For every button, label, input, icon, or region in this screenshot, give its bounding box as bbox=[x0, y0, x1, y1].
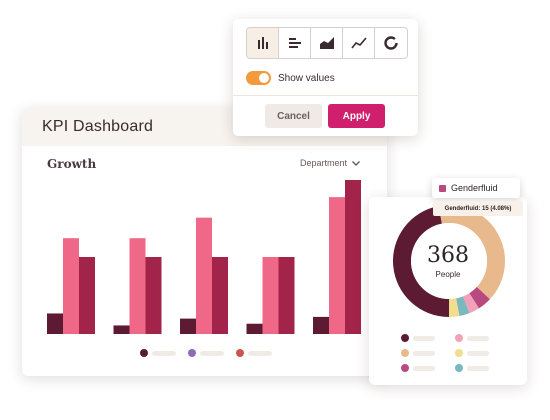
legend-item-purple bbox=[188, 349, 224, 357]
department-filter-label: Department bbox=[299, 158, 347, 168]
kpi-dashboard-card: KPI Dashboard Growth Department bbox=[22, 108, 387, 376]
bar-series-0-group-2 bbox=[180, 318, 196, 334]
bar-series-2-group-1 bbox=[145, 257, 162, 334]
cancel-button[interactable]: Cancel bbox=[265, 104, 322, 128]
bar-series-1-group-3 bbox=[262, 257, 279, 334]
area-chart-icon bbox=[319, 37, 334, 49]
donut-total: 368 bbox=[427, 243, 469, 268]
chart-type-popover: Show values Cancel Apply bbox=[233, 19, 418, 136]
bar-series-0-group-1 bbox=[113, 325, 130, 334]
toggle-knob bbox=[259, 73, 269, 83]
donut-legend-item bbox=[455, 349, 509, 357]
legend-label-placeholder bbox=[413, 365, 435, 371]
bar-series-0-group-0 bbox=[47, 313, 63, 334]
legend-label-placeholder bbox=[413, 350, 435, 356]
donut-legend bbox=[401, 334, 511, 372]
bar-series-2-group-0 bbox=[79, 257, 95, 334]
show-values-label: Show values bbox=[278, 72, 335, 84]
apply-button[interactable]: Apply bbox=[328, 104, 385, 128]
legend-dot bbox=[401, 364, 409, 372]
bar-series-2-group-2 bbox=[212, 257, 228, 334]
bar-series-0-group-3 bbox=[246, 323, 263, 334]
legend-dot bbox=[455, 364, 463, 372]
donut-chart-type-button[interactable] bbox=[375, 28, 407, 58]
line-chart-icon bbox=[350, 37, 367, 49]
bar-series-2-group-3 bbox=[278, 257, 295, 334]
legend-dot bbox=[236, 349, 244, 357]
bar-series-1-group-2 bbox=[196, 217, 212, 334]
bar-chart-legend bbox=[140, 349, 272, 357]
horizontal-bar-type-button[interactable] bbox=[279, 28, 311, 58]
bar-series-1-group-1 bbox=[129, 238, 146, 334]
people-donut-card: 368 People bbox=[369, 197, 527, 385]
donut-total-label: People bbox=[435, 270, 461, 279]
bar-series-2-group-4 bbox=[345, 180, 361, 334]
tooltip-label: Genderfluid bbox=[451, 183, 498, 193]
legend-label-placeholder bbox=[467, 350, 489, 356]
area-chart-type-button[interactable] bbox=[311, 28, 343, 58]
donut-legend-item bbox=[401, 349, 455, 357]
bar-chart-type-button[interactable] bbox=[247, 28, 279, 58]
legend-label-placeholder bbox=[200, 350, 224, 356]
legend-dot bbox=[455, 349, 463, 357]
legend-item-maroon bbox=[140, 349, 176, 357]
legend-dot bbox=[455, 334, 463, 342]
tooltip-swatch bbox=[439, 184, 446, 192]
legend-dot bbox=[188, 349, 196, 357]
donut-chart-icon bbox=[384, 36, 398, 50]
section-title: Growth bbox=[47, 157, 97, 171]
bar-series-1-group-4 bbox=[329, 197, 345, 334]
bar-series-0-group-4 bbox=[313, 316, 329, 334]
bar-series-1-group-0 bbox=[63, 238, 79, 334]
legend-label-placeholder bbox=[152, 350, 176, 356]
legend-item-rose bbox=[236, 349, 272, 357]
legend-label-placeholder bbox=[413, 335, 435, 341]
donut-legend-item bbox=[401, 364, 455, 372]
donut-tooltip: Genderfluid bbox=[432, 178, 520, 198]
chevron-down-icon bbox=[352, 161, 360, 166]
dashboard-title: KPI Dashboard bbox=[42, 118, 154, 135]
legend-dot bbox=[401, 349, 409, 357]
legend-label-placeholder bbox=[467, 365, 489, 371]
chart-type-selector bbox=[246, 27, 408, 59]
show-values-row: Show values bbox=[246, 71, 335, 85]
donut-legend-item bbox=[455, 364, 509, 372]
legend-label-placeholder bbox=[467, 335, 489, 341]
legend-dot bbox=[140, 349, 148, 357]
popover-divider bbox=[233, 95, 418, 96]
legend-label-placeholder bbox=[248, 350, 272, 356]
line-chart-type-button[interactable] bbox=[343, 28, 375, 58]
tooltip-detail: Genderfluid: 15 (4.08%) bbox=[433, 201, 523, 216]
department-filter[interactable]: Department bbox=[300, 158, 361, 168]
horizontal-bar-icon bbox=[288, 38, 301, 48]
legend-dot bbox=[401, 334, 409, 342]
growth-bar-chart bbox=[47, 180, 361, 334]
show-values-toggle[interactable] bbox=[246, 71, 271, 85]
donut-legend-item bbox=[401, 334, 455, 342]
bar-chart-icon bbox=[257, 37, 268, 49]
donut-legend-item bbox=[455, 334, 509, 342]
